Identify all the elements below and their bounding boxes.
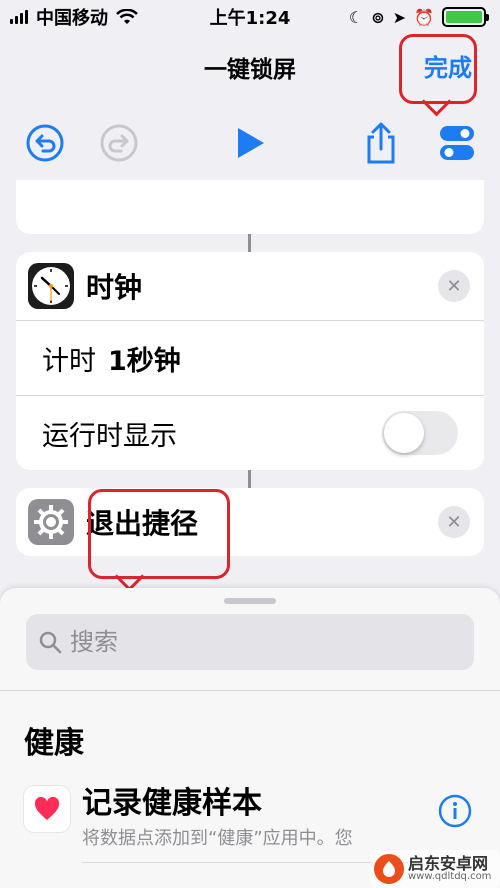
clock-app-icon	[28, 263, 74, 309]
timer-prefix: 计时	[42, 345, 96, 377]
health-app-icon	[24, 786, 70, 832]
exit-shortcut-action-card[interactable]: 退出捷径 ✕	[16, 488, 484, 556]
section-title-health: 健康	[24, 726, 84, 761]
heart-icon	[34, 797, 60, 820]
clock-action-title: 时钟	[86, 271, 143, 304]
annotation-callout-done	[399, 34, 477, 104]
show-when-run-label: 运行时显示	[42, 420, 177, 452]
watermark-url: www.qdltdq.com	[408, 871, 492, 882]
annotation-callout-exit	[88, 489, 230, 579]
wifi-icon	[116, 9, 138, 24]
info-button[interactable]	[438, 794, 472, 828]
site-watermark: 启东安卓网 www.qdltdq.com	[370, 850, 500, 888]
status-right: ☾ ⊚ ➤ ⏰	[348, 7, 489, 27]
sheet-grabber[interactable]	[224, 598, 276, 604]
carrier-label: 中国移动	[36, 8, 108, 29]
settings-toggle-button[interactable]	[436, 122, 478, 164]
rotation-lock-icon: ⊚	[371, 7, 385, 27]
search-icon	[39, 631, 62, 654]
previous-action-card[interactable]	[16, 180, 484, 234]
search-input[interactable]	[70, 628, 450, 656]
info-icon	[438, 794, 472, 828]
clock-action-card[interactable]: 时钟 ✕ 计时 1秒钟 运行时显示	[16, 252, 484, 470]
show-when-run-toggle[interactable]	[382, 411, 458, 455]
location-icon: ➤	[392, 7, 407, 27]
status-bar: 中国移动 上午1:24 ☾ ⊚ ➤ ⏰	[0, 0, 500, 34]
redo-icon	[100, 124, 138, 162]
remove-clock-action-button[interactable]: ✕	[438, 270, 470, 302]
share-button[interactable]	[360, 122, 402, 164]
play-button[interactable]	[228, 122, 270, 164]
settings-toggle-icon	[440, 126, 474, 160]
remove-exit-action-button[interactable]: ✕	[438, 506, 470, 538]
gear-icon	[28, 499, 74, 545]
play-icon	[238, 128, 264, 158]
list-item-log-health-sample[interactable]: 记录健康样本 将数据点添加到“健康”应用中。您	[24, 778, 484, 858]
close-icon: ✕	[446, 511, 462, 533]
timer-duration-value[interactable]: 1秒钟	[108, 339, 181, 378]
search-box[interactable]	[26, 614, 474, 670]
list-item-title: 记录健康样本	[82, 786, 262, 821]
signal-icon	[10, 10, 28, 24]
watermark-logo-icon	[374, 854, 404, 884]
battery-fill	[446, 11, 482, 23]
toggle-knob	[384, 413, 424, 453]
exit-shortcut-header: 退出捷径 ✕	[16, 488, 484, 556]
alarm-icon: ⏰	[414, 7, 434, 27]
clock-action-header: 时钟 ✕	[16, 252, 484, 320]
sheet-divider	[0, 690, 500, 691]
undo-button[interactable]	[24, 122, 66, 164]
redo-button[interactable]	[98, 122, 140, 164]
share-icon	[367, 122, 395, 164]
action-connector	[248, 470, 251, 488]
editor-toolbar	[0, 110, 500, 174]
list-item-description: 将数据点添加到“健康”应用中。您	[82, 828, 353, 849]
action-connector	[248, 234, 251, 252]
watermark-name: 启东安卓网	[408, 854, 489, 873]
moon-icon: ☾	[348, 7, 364, 27]
action-library-sheet: 健康 记录健康样本 将数据点添加到“健康”应用中。您	[0, 588, 500, 888]
status-left: 中国移动	[10, 4, 138, 30]
timer-duration-row[interactable]: 计时 1秒钟	[16, 320, 484, 395]
close-icon: ✕	[446, 275, 462, 297]
battery-icon	[442, 7, 489, 27]
show-when-run-row: 运行时显示	[16, 395, 484, 470]
undo-icon	[26, 124, 64, 162]
watermark-text: 启东安卓网 www.qdltdq.com	[408, 856, 491, 882]
